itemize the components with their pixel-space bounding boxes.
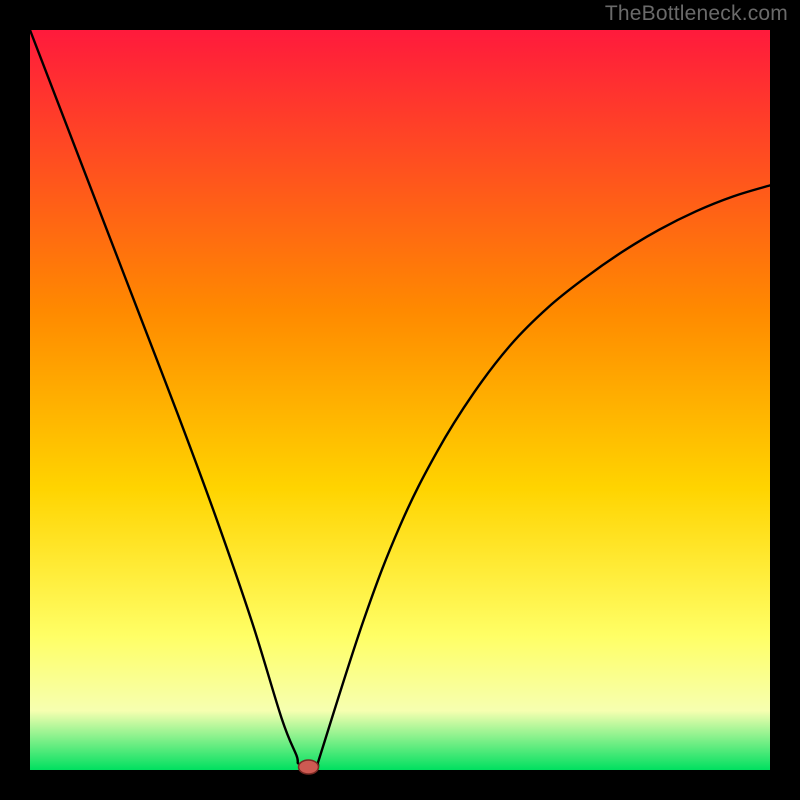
chart-root: { "watermark": "TheBottleneck.com", "col… [0, 0, 800, 800]
gradient-background [30, 30, 770, 770]
optimal-point-marker [299, 760, 319, 774]
bottleneck-chart [0, 0, 800, 800]
